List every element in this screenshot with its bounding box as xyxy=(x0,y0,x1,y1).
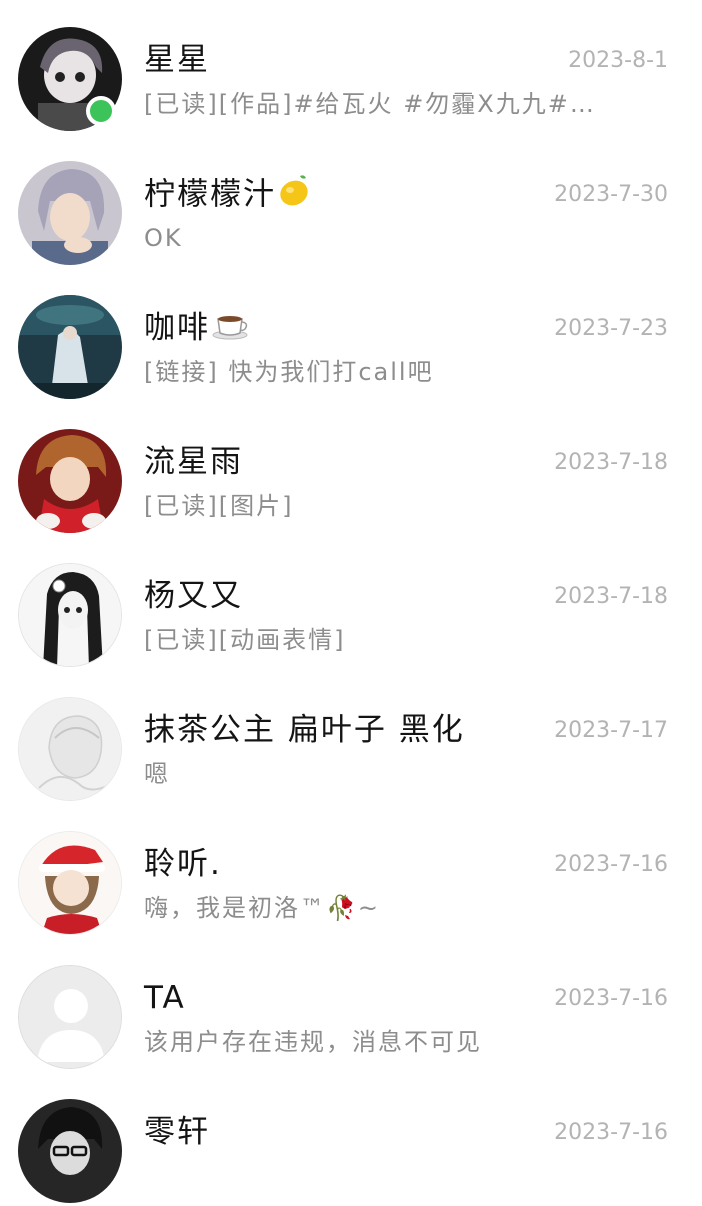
message-date: 2023-7-16 xyxy=(554,852,668,877)
contact-name: 聆听. xyxy=(144,846,222,882)
message-preview: 嗨，我是初洛™🥀~ xyxy=(144,894,380,922)
message-preview: [链接] 快为我们打call吧 xyxy=(144,358,434,386)
contact-name: 杨又又 xyxy=(144,578,243,614)
conversation-item[interactable]: 抹茶公主 扁叶子 黑化 2023-7-17 嗯 xyxy=(0,670,702,804)
contact-name: 柠檬檬汁 xyxy=(144,172,312,220)
conversation-item[interactable]: 流星雨 2023-7-18 [已读][图片] xyxy=(0,402,702,536)
contact-name: 抹茶公主 扁叶子 黑化 xyxy=(144,712,465,748)
anime-christmas-girl-avatar[interactable] xyxy=(18,831,122,935)
message-date: 2023-7-23 xyxy=(554,316,668,341)
anime-glasses-boy-avatar[interactable] xyxy=(18,1099,122,1203)
message-date: 2023-7-17 xyxy=(554,718,668,743)
conversation-item[interactable]: TA 2023-7-16 该用户存在违规，消息不可见 xyxy=(0,938,702,1072)
message-preview: [已读][动画表情] xyxy=(144,626,346,654)
conversation-item[interactable]: 咖啡 2023-7-23 [链接] 快为我们打call吧 xyxy=(0,268,702,402)
contact-name: 星星 xyxy=(144,42,210,78)
anime-red-scarf-avatar[interactable] xyxy=(18,429,122,533)
contact-name: 零轩 xyxy=(144,1114,210,1150)
conversation-item[interactable]: 柠檬檬汁 2023-7-30 OK xyxy=(0,134,702,268)
message-date: 2023-8-1 xyxy=(568,48,668,73)
message-preview: OK xyxy=(144,224,183,252)
coffee-cup-icon xyxy=(212,307,252,353)
message-preview: [已读][图片] xyxy=(144,492,294,520)
contact-name: TA xyxy=(144,980,186,1016)
conversation-item[interactable]: 星星 2023-8-1 [已读][作品]#给瓦火 #勿霾X九九#… xyxy=(0,0,702,134)
conversation-item[interactable]: 零轩 2023-7-16 xyxy=(0,1072,702,1206)
message-date: 2023-7-30 xyxy=(554,182,668,207)
message-date: 2023-7-16 xyxy=(554,1120,668,1145)
anime-boy-silver-hair-avatar[interactable] xyxy=(18,161,122,265)
conversation-item[interactable]: 聆听. 2023-7-16 嗨，我是初洛™🥀~ xyxy=(0,804,702,938)
contact-name: 咖啡 xyxy=(144,306,252,353)
anime-girl-black-hair-avatar[interactable] xyxy=(18,563,122,667)
message-date: 2023-7-16 xyxy=(554,986,668,1011)
message-date: 2023-7-18 xyxy=(554,450,668,475)
message-preview: 该用户存在违规，消息不可见 xyxy=(144,1028,482,1056)
online-status-dot xyxy=(86,96,116,126)
underwater-figure-avatar[interactable] xyxy=(18,295,122,399)
message-preview: 嗯 xyxy=(144,760,170,788)
message-preview: [已读][作品]#给瓦火 #勿霾X九九#… xyxy=(144,90,596,118)
default-user-avatar[interactable] xyxy=(18,965,122,1069)
conversation-item[interactable]: 杨又又 2023-7-18 [已读][动画表情] xyxy=(0,536,702,670)
message-date: 2023-7-18 xyxy=(554,584,668,609)
contact-name: 流星雨 xyxy=(144,444,243,480)
contact-name-text: 咖啡 xyxy=(144,310,210,346)
sketch-avatar[interactable] xyxy=(18,697,122,801)
lemon-icon xyxy=(278,172,312,220)
contact-name-text: 柠檬檬汁 xyxy=(144,176,276,213)
